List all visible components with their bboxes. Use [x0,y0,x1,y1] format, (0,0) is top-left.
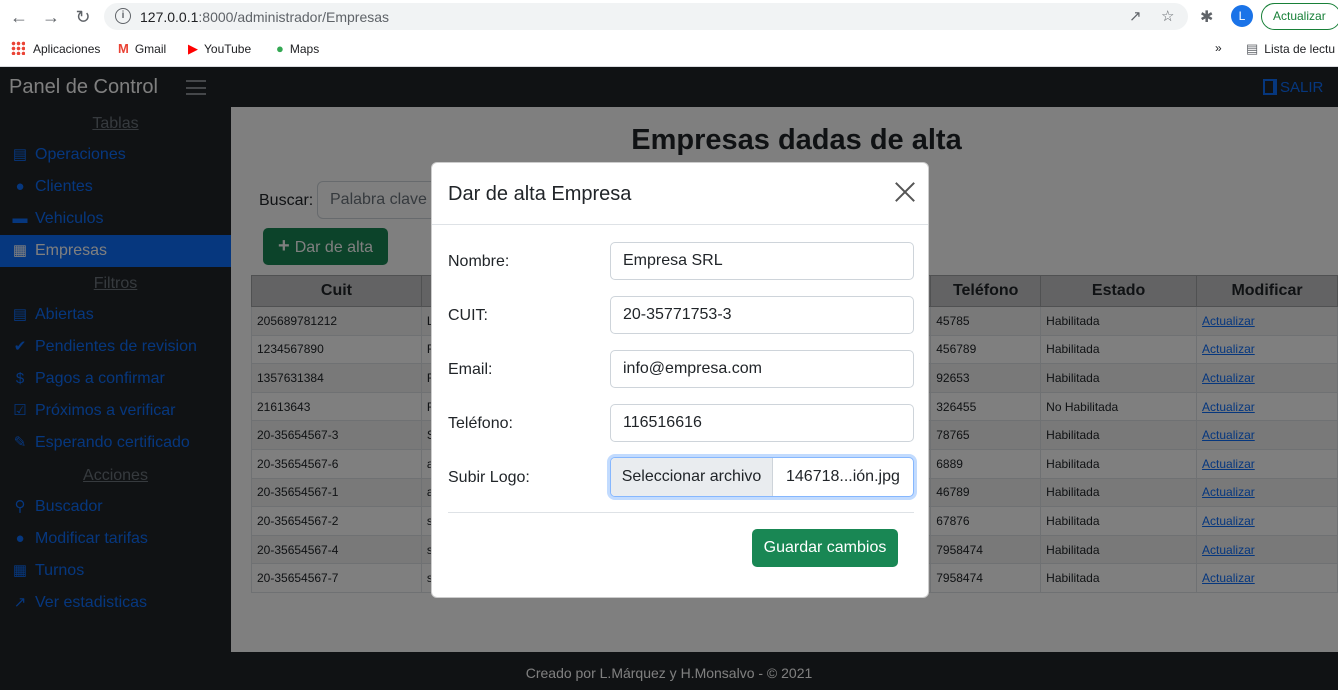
bookmarks-bar: Aplicaciones M Gmail ▶ YouTube ● Maps » ▤ Li… [0,34,1338,67]
modal-divider [448,512,914,513]
back-arrow-icon[interactable]: ← [8,6,30,28]
logo-label: Subir Logo: [448,469,530,486]
bookmark-youtube[interactable]: ▶ YouTube [188,41,251,57]
gmail-icon: M [118,41,129,56]
extensions-puzzle-icon[interactable]: ✱ [1200,7,1213,27]
browser-toolbar: ← → ↻ i 127.0.0.1:8000/administrador/Emp… [0,0,1338,34]
add-company-modal: Dar de alta Empresa Nombre: CUIT: Email:… [431,162,929,598]
browser-update-button[interactable]: Actualizar [1261,3,1338,30]
selected-file-name: 146718...ión.jpg [786,468,900,485]
forward-arrow-icon[interactable]: → [40,6,62,28]
profile-avatar[interactable]: L [1231,5,1253,27]
save-changes-button[interactable]: Guardar cambios [752,529,898,567]
nombre-input[interactable] [610,242,914,280]
bookmark-star-icon[interactable]: ☆ [1161,7,1174,25]
modal-title: Dar de alta Empresa [448,183,632,205]
nombre-label: Nombre: [448,253,510,270]
bookmark-maps[interactable]: ● Maps [276,41,319,56]
cuit-label: CUIT: [448,307,488,324]
youtube-icon: ▶ [188,41,198,56]
select-file-button[interactable]: Seleccionar archivo [611,458,773,496]
reading-list[interactable]: ▤ Lista de lectu [1246,41,1335,57]
cuit-input[interactable] [610,296,914,334]
share-icon[interactable]: ↗ [1129,7,1142,25]
email-label: Email: [448,361,493,378]
apps-grid-icon [11,41,25,55]
site-info-icon[interactable]: i [115,8,131,24]
more-bookmarks-chevron-icon[interactable]: » [1215,41,1222,55]
reading-list-icon: ▤ [1246,41,1259,56]
address-bar[interactable]: i 127.0.0.1:8000/administrador/Empresas … [104,3,1188,30]
telefono-label: Teléfono: [448,415,513,432]
bookmark-apps[interactable]: Aplicaciones [11,41,100,56]
logo-file-input[interactable]: Seleccionar archivo 146718...ión.jpg [610,457,914,497]
close-icon[interactable] [894,181,916,203]
email-input[interactable] [610,350,914,388]
telefono-input[interactable] [610,404,914,442]
bookmark-gmail[interactable]: M Gmail [118,41,166,56]
url-text[interactable]: 127.0.0.1:8000/administrador/Empresas [140,9,389,25]
modal-header: Dar de alta Empresa [432,163,928,225]
reload-icon[interactable]: ↻ [72,6,94,28]
maps-pin-icon: ● [276,41,284,56]
